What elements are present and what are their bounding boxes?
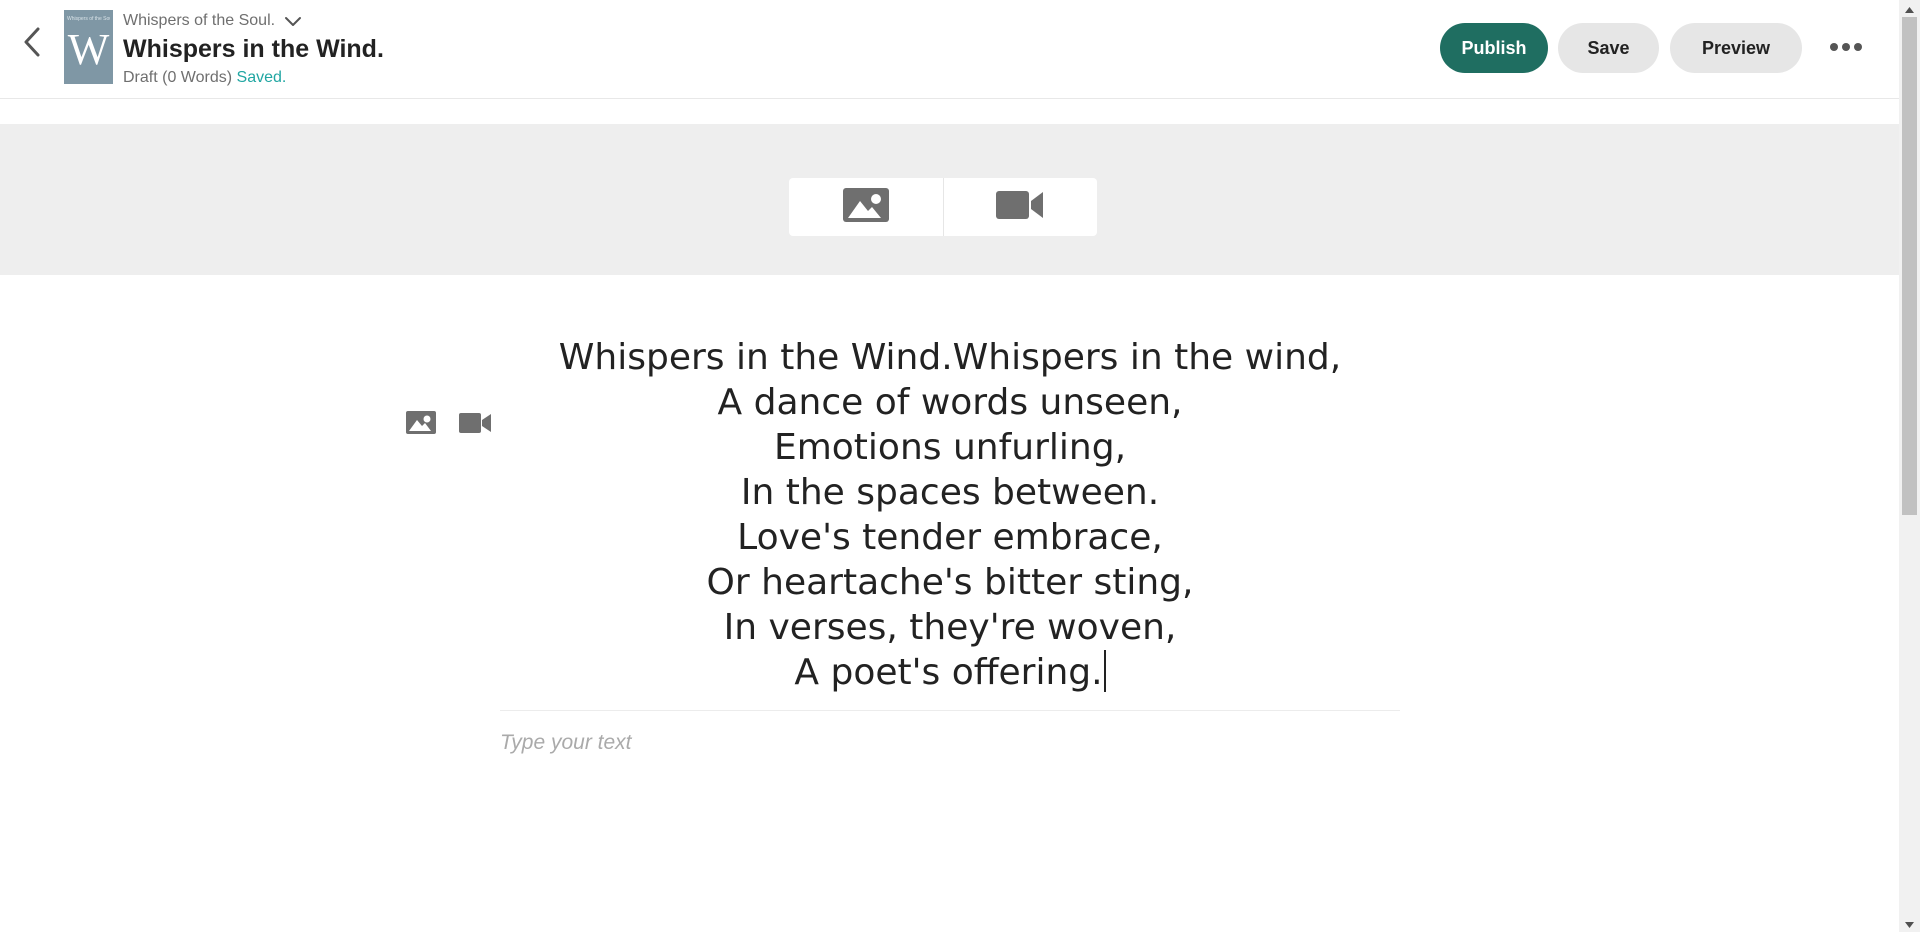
paragraph-divider xyxy=(500,710,1400,711)
poem-line: In the spaces between. xyxy=(740,472,1160,513)
image-icon xyxy=(406,411,436,439)
publish-button[interactable]: Publish xyxy=(1440,23,1548,73)
scroll-thumb[interactable] xyxy=(1902,17,1917,515)
scroll-down-button[interactable] xyxy=(1899,915,1920,932)
add-header-image-button[interactable] xyxy=(789,178,943,236)
more-horizontal-icon xyxy=(1829,39,1863,57)
story-cover[interactable]: Whispers of the Soul. W xyxy=(64,10,113,84)
save-button[interactable]: Save xyxy=(1558,23,1659,73)
poem-paragraph[interactable]: Whispers in the Wind.Whispers in the win… xyxy=(500,335,1400,695)
image-icon xyxy=(842,187,889,227)
poem-line: Love's tender embrace, xyxy=(737,517,1163,558)
media-header-area xyxy=(0,124,1899,275)
poem-last-line: A poet's offering. xyxy=(500,650,1400,695)
saved-indicator: Saved. xyxy=(236,69,287,86)
inline-media-tools xyxy=(404,410,492,440)
triangle-up-icon xyxy=(1905,0,1914,18)
more-options-button[interactable] xyxy=(1826,30,1866,66)
editor-header: Whispers of the Soul. W Whispers of the … xyxy=(0,0,1899,99)
chevron-left-icon xyxy=(22,26,42,63)
poem-line: A dance of words unseen, xyxy=(717,382,1183,423)
back-button[interactable] xyxy=(14,24,50,64)
chevron-down-icon xyxy=(284,16,302,27)
video-camera-icon xyxy=(459,412,491,439)
text-caret xyxy=(1103,650,1106,692)
cover-tiny-text: Whispers of the Soul. xyxy=(67,16,110,22)
poem-line: Emotions unfurling, xyxy=(773,427,1127,468)
poem-line: A poet's offering. xyxy=(794,652,1103,693)
page-scrollbar[interactable] xyxy=(1899,0,1920,932)
poem-line: Whispers in the Wind.Whispers in the win… xyxy=(558,337,1342,378)
story-title-block: Whispers of the Soul. Whispers in the Wi… xyxy=(123,10,384,89)
poem-line: Or heartache's bitter sting, xyxy=(706,562,1194,603)
triangle-down-icon xyxy=(1905,915,1914,933)
poem-line: In verses, they're woven, xyxy=(723,607,1177,648)
cover-letter: W xyxy=(67,25,110,74)
insert-image-button[interactable] xyxy=(404,410,438,440)
media-header-toggle xyxy=(789,178,1097,236)
new-paragraph-input[interactable] xyxy=(500,728,1400,758)
parent-story-selector[interactable]: Whispers of the Soul. xyxy=(123,10,384,32)
preview-button[interactable]: Preview xyxy=(1670,23,1802,73)
add-header-video-button[interactable] xyxy=(942,178,1098,236)
part-title: Whispers in the Wind. xyxy=(123,35,384,63)
video-camera-icon xyxy=(996,189,1044,226)
draft-word-count: Draft (0 Words) xyxy=(123,69,233,86)
insert-video-button[interactable] xyxy=(458,410,492,440)
parent-story-title: Whispers of the Soul. xyxy=(123,12,276,29)
scroll-up-button[interactable] xyxy=(1899,0,1920,17)
draft-status: Draft (0 Words) Saved. xyxy=(123,67,384,89)
